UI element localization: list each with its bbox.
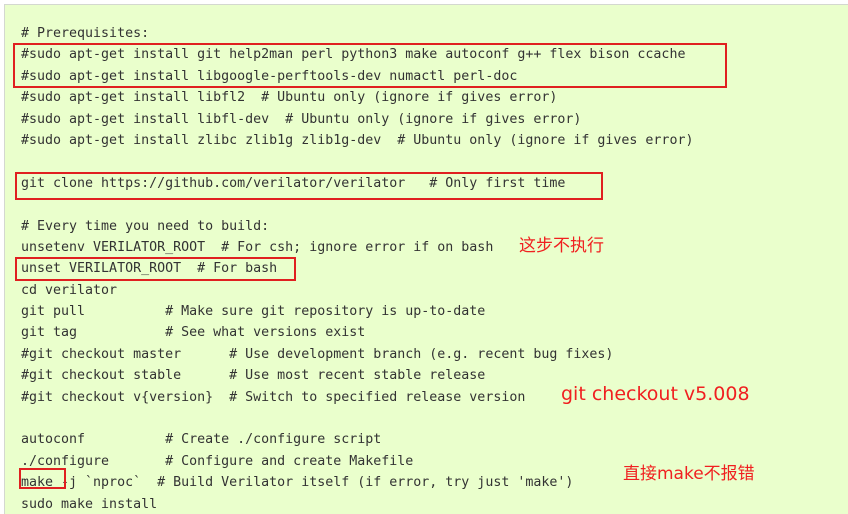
- code-line: autoconf # Create ./configure script: [21, 432, 382, 448]
- screenshot-root: # Prerequisites: #sudo apt-get install gi…: [0, 0, 848, 514]
- code-line: # Every time you need to build:: [21, 218, 270, 234]
- code-line: #git checkout master # Use development b…: [21, 346, 614, 362]
- code-line: #sudo apt-get install libfl2 # Ubuntu on…: [21, 90, 558, 106]
- code-line: git clone https://github.com/verilator/v…: [21, 175, 566, 191]
- code-line: #sudo apt-get install libgoogle-perftool…: [21, 68, 518, 84]
- code-line: sudo make install: [21, 496, 158, 512]
- code-line: #sudo apt-get install libfl-dev # Ubuntu…: [21, 111, 582, 127]
- annot-make-no-error: 直接make不报错: [623, 464, 755, 484]
- code-line: # Prerequisites:: [21, 26, 150, 41]
- code-line: #sudo apt-get install zlibc zlib1g zlib1…: [21, 132, 694, 148]
- code-line: git tag # See what versions exist: [21, 325, 366, 341]
- annot-git-checkout-version: git checkout v5.008: [561, 383, 750, 405]
- code-lines-container: # Prerequisites: #sudo apt-get install gi…: [5, 5, 848, 514]
- code-line: unsetenv VERILATOR_ROOT # For csh; ignor…: [21, 239, 494, 255]
- annot-skip-step: 这步不执行: [519, 236, 604, 256]
- code-line: #sudo apt-get install git help2man perl …: [21, 47, 686, 63]
- code-line: unset VERILATOR_ROOT # For bash: [21, 261, 278, 277]
- code-block-panel: # Prerequisites: #sudo apt-get install gi…: [4, 4, 848, 514]
- code-line: cd verilator: [21, 282, 118, 298]
- code-line: git pull # Make sure git repository is u…: [21, 304, 486, 320]
